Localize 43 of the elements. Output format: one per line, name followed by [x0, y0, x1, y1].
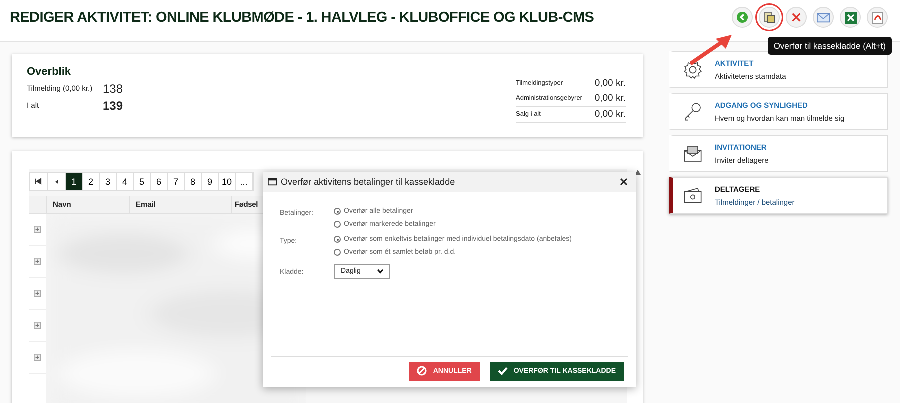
pdf-icon — [872, 12, 884, 24]
key-icon — [683, 102, 703, 122]
documents-icon — [764, 12, 776, 24]
dialog-title: Overfør aktivitens betalinger til kassekladde — [281, 177, 456, 187]
page-button[interactable]: 1 — [66, 173, 83, 190]
checkmark-icon — [498, 366, 508, 376]
excel-button[interactable] — [840, 7, 861, 28]
back-icon — [737, 12, 748, 23]
expand-icon[interactable] — [34, 354, 41, 361]
first-page-icon — [35, 178, 42, 185]
caret-icon — [377, 269, 384, 274]
back-button[interactable] — [732, 7, 753, 28]
scroll-up-icon[interactable] — [635, 170, 641, 175]
envelope-icon — [683, 144, 703, 164]
window-icon — [268, 178, 277, 186]
close-icon — [791, 12, 802, 23]
page-title: REDIGER AKTIVITET: ONLINE KLUBMØDE - 1. HALVLEG - KLUBOFFICE OG KLUB-CMS — [10, 10, 594, 26]
cancel-icon — [417, 366, 428, 376]
spreadsheet-icon — [844, 12, 856, 24]
radio-button[interactable] — [334, 221, 341, 228]
sum-value: 0,00 kr. — [594, 93, 626, 104]
expand-icon[interactable] — [34, 258, 41, 265]
envelope-icon — [817, 12, 830, 22]
expand-icon[interactable] — [34, 290, 41, 297]
previous-icon — [54, 178, 60, 184]
expand-icon[interactable] — [34, 226, 41, 233]
stat-value: 138 — [103, 82, 124, 96]
mail-button[interactable] — [813, 7, 834, 28]
sum-value: 0,00 kr. — [594, 109, 626, 120]
expand-icon[interactable] — [34, 322, 41, 329]
transfer-button[interactable] — [759, 7, 780, 28]
close-button[interactable] — [620, 178, 628, 186]
overview-title: Overblik — [27, 66, 72, 78]
wallet-icon — [683, 186, 703, 206]
radio-button[interactable] — [334, 236, 341, 243]
delete-button[interactable] — [786, 7, 807, 28]
tooltip: Overfør til kassekladde (Alt+t) — [768, 37, 892, 55]
radio-button[interactable] — [334, 249, 341, 256]
pdf-button[interactable] — [867, 7, 888, 28]
gear-icon — [683, 60, 703, 80]
sum-value: 0,00 kr. — [594, 78, 626, 89]
radio-button[interactable] — [334, 208, 341, 215]
stat-value: 139 — [103, 98, 124, 112]
